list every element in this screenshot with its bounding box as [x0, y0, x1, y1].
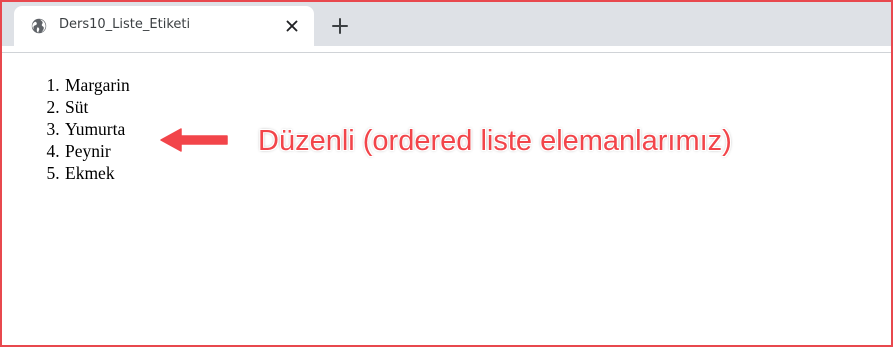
list-item: Süt [64, 96, 130, 118]
annotation-label: Düzenli (ordered liste elemanlarımız) [258, 125, 732, 157]
arrow-left-icon [160, 128, 228, 152]
tab-title: Ders10_Liste_Etiketi [59, 17, 191, 32]
list-item: Ekmek [64, 162, 130, 184]
browser-tab-active[interactable]: Ders10_Liste_Etiketi [14, 6, 314, 46]
globe-icon [31, 18, 47, 34]
list-item: Yumurta [64, 118, 130, 140]
screenshot-frame: Ders10_Liste_Etiketi Margarin Süt Yumurt… [0, 0, 893, 347]
list-item: Peynir [64, 140, 130, 162]
plus-icon[interactable] [330, 16, 350, 36]
browser-tab-strip: Ders10_Liste_Etiketi [2, 2, 891, 46]
close-icon[interactable] [284, 18, 300, 34]
page-content: Margarin Süt Yumurta Peynir Ekmek Düzenl… [2, 53, 891, 345]
list-item: Margarin [64, 74, 130, 96]
ordered-list: Margarin Süt Yumurta Peynir Ekmek [44, 74, 130, 184]
